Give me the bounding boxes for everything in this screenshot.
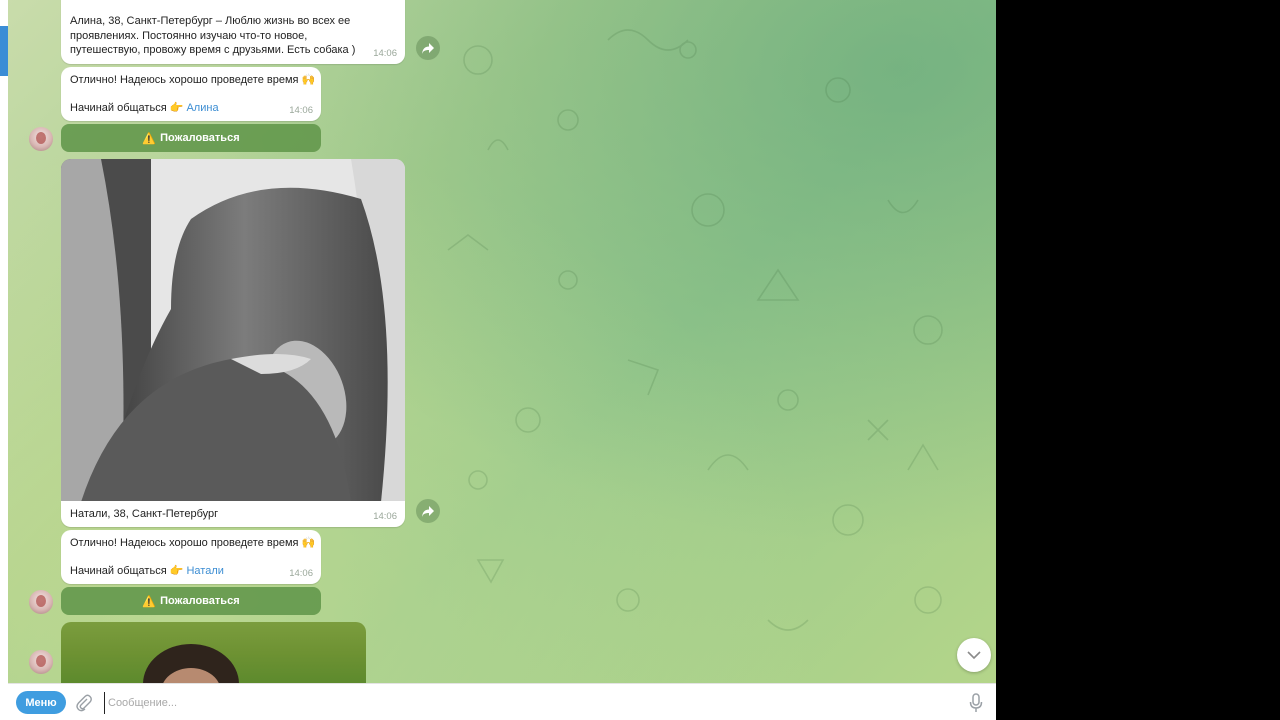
message-line-2: Начинай общаться 👉 Алина — [70, 102, 219, 114]
avatar[interactable] — [29, 590, 53, 614]
profile-photo-next[interactable] — [61, 622, 366, 683]
voice-message-button[interactable] — [966, 692, 986, 714]
avatar[interactable] — [29, 127, 53, 151]
forward-icon — [422, 42, 434, 54]
message-time: 14:06 — [373, 510, 397, 522]
photo-caption: Натали, 38, Санкт-Петербург — [70, 508, 219, 520]
photo-image — [143, 644, 239, 683]
message-time: 14:06 — [289, 104, 313, 116]
scroll-to-bottom-button[interactable] — [957, 638, 991, 672]
photo-image — [61, 159, 405, 502]
message-bubble-bot-reply: Отлично! Надеюсь хорошо проведете время … — [61, 530, 321, 584]
profile-photo-natali[interactable] — [61, 159, 405, 502]
chat-background: Алина, 38, Санкт-Петербург – Люблю жизнь… — [8, 0, 996, 683]
message-line: Отлично! Надеюсь хорошо проведете время … — [70, 74, 316, 86]
paperclip-icon — [76, 694, 92, 712]
message-line: Отлично! Надеюсь хорошо проведете время … — [70, 537, 316, 549]
report-button-label: Пожаловаться — [160, 595, 240, 607]
active-chat-indicator — [0, 26, 8, 76]
message-text: Алина, 38, Санкт-Петербург – Люблю жизнь… — [70, 15, 356, 56]
report-button[interactable]: ⚠️ Пожаловаться — [61, 124, 321, 152]
avatar[interactable] — [29, 650, 53, 674]
message-composer: Меню — [8, 683, 996, 720]
warning-icon: ⚠️ — [142, 595, 157, 608]
report-button[interactable]: ⚠️ Пожаловаться — [61, 587, 321, 615]
chat-list-edge — [0, 0, 8, 720]
attach-button[interactable] — [74, 693, 94, 713]
message-input[interactable] — [104, 692, 950, 714]
profile-link-natali[interactable]: Натали — [186, 565, 223, 577]
message-line-2: Начинай общаться 👉 Натали — [70, 565, 224, 577]
forward-button[interactable] — [416, 499, 440, 523]
profile-link-alina[interactable]: Алина — [186, 102, 218, 114]
message-bubble-bot-reply: Отлично! Надеюсь хорошо проведете время … — [61, 67, 321, 121]
menu-button[interactable]: Меню — [16, 691, 66, 714]
forward-icon — [422, 505, 434, 517]
message-time: 14:06 — [373, 47, 397, 59]
warning-icon: ⚠️ — [142, 132, 157, 145]
photo-caption-bubble: Натали, 38, Санкт-Петербург 14:06 — [61, 501, 405, 527]
forward-button[interactable] — [416, 36, 440, 60]
message-time: 14:06 — [289, 567, 313, 579]
microphone-icon — [969, 693, 983, 712]
report-button-label: Пожаловаться — [160, 132, 240, 144]
message-bubble-profile-alina: Алина, 38, Санкт-Петербург – Люблю жизнь… — [61, 0, 405, 64]
chevron-down-icon — [967, 650, 981, 659]
telegram-chat-window: Алина, 38, Санкт-Петербург – Люблю жизнь… — [0, 0, 996, 720]
